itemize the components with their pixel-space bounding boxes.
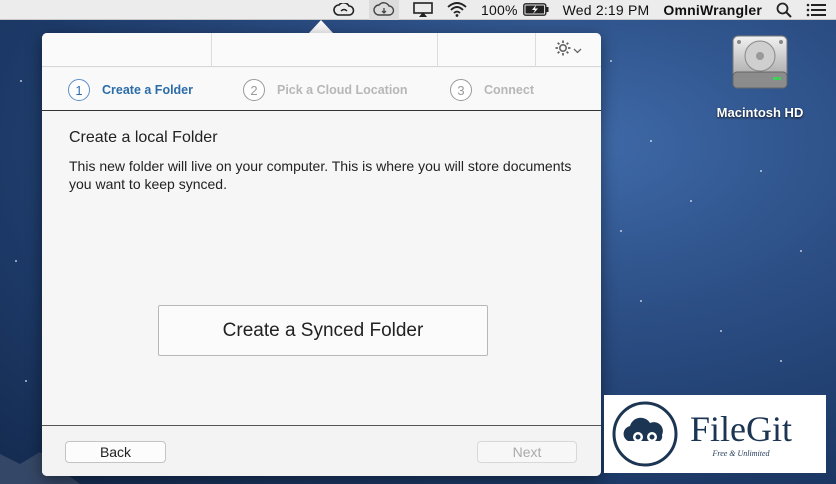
clock-text: Wed 2:19 PM [562,1,650,18]
gear-icon [555,40,571,61]
user-name: OmniWrangler [663,1,762,18]
page-title: Create a local Folder [69,129,218,146]
step-label: Pick a Cloud Location [277,83,408,97]
battery-percent: 100% [481,1,518,18]
watermark-subtitle: Free & Unlimited [712,448,770,458]
step-create-folder: 1 Create a Folder [68,79,193,101]
watermark-title: FileGit [690,408,793,449]
step-label: Create a Folder [102,83,194,97]
wizard-footer: Back Next [42,425,601,476]
toolbar-segment[interactable] [438,33,536,67]
filegit-logo [612,401,678,467]
notification-center-icon[interactable] [806,0,826,20]
step-connect: 3 Connect [450,79,534,101]
next-button[interactable]: Next [477,441,577,463]
toolbar-segment[interactable] [42,33,212,67]
menu-bar: 100% Wed 2:19 PM OmniWrangler [0,0,836,20]
chevron-down-icon [573,41,582,59]
back-button[interactable]: Back [65,441,166,463]
filegit-watermark: FileGit Free & Unlimited [604,395,826,473]
battery-status[interactable]: 100% [481,0,549,20]
step-number: 3 [450,79,472,101]
popover-arrow [309,20,333,33]
step-label: Connect [484,83,534,97]
hard-drive-icon [732,35,788,89]
popover-toolbar [42,33,601,67]
create-synced-folder-button[interactable]: Create a Synced Folder [158,305,488,356]
step-number: 2 [243,79,265,101]
sync-wizard-popover: 1 Create a Folder 2 Pick a Cloud Locatio… [42,33,601,476]
drive-label: Macintosh HD [716,105,804,120]
creative-cloud-icon[interactable] [333,0,355,20]
toolbar-segment[interactable] [212,33,438,67]
step-pick-cloud-location: 2 Pick a Cloud Location [243,79,408,101]
wifi-icon[interactable] [447,0,467,20]
airplay-icon[interactable] [413,0,433,20]
step-number: 1 [68,79,90,101]
settings-menu-button[interactable] [536,33,600,67]
battery-icon [522,3,549,16]
spotlight-search-icon[interactable] [776,0,792,20]
description-text: This new folder will live on your comput… [69,158,572,192]
macintosh-hd-drive[interactable]: Macintosh HD [708,32,812,120]
clock[interactable]: Wed 2:19 PM [563,0,650,20]
cloud-sync-icon[interactable] [369,0,400,20]
user-menu[interactable]: OmniWrangler [663,0,762,20]
wizard-content: Create a local Folder This new folder wi… [42,112,601,425]
wizard-steps: 1 Create a Folder 2 Pick a Cloud Locatio… [42,68,601,111]
